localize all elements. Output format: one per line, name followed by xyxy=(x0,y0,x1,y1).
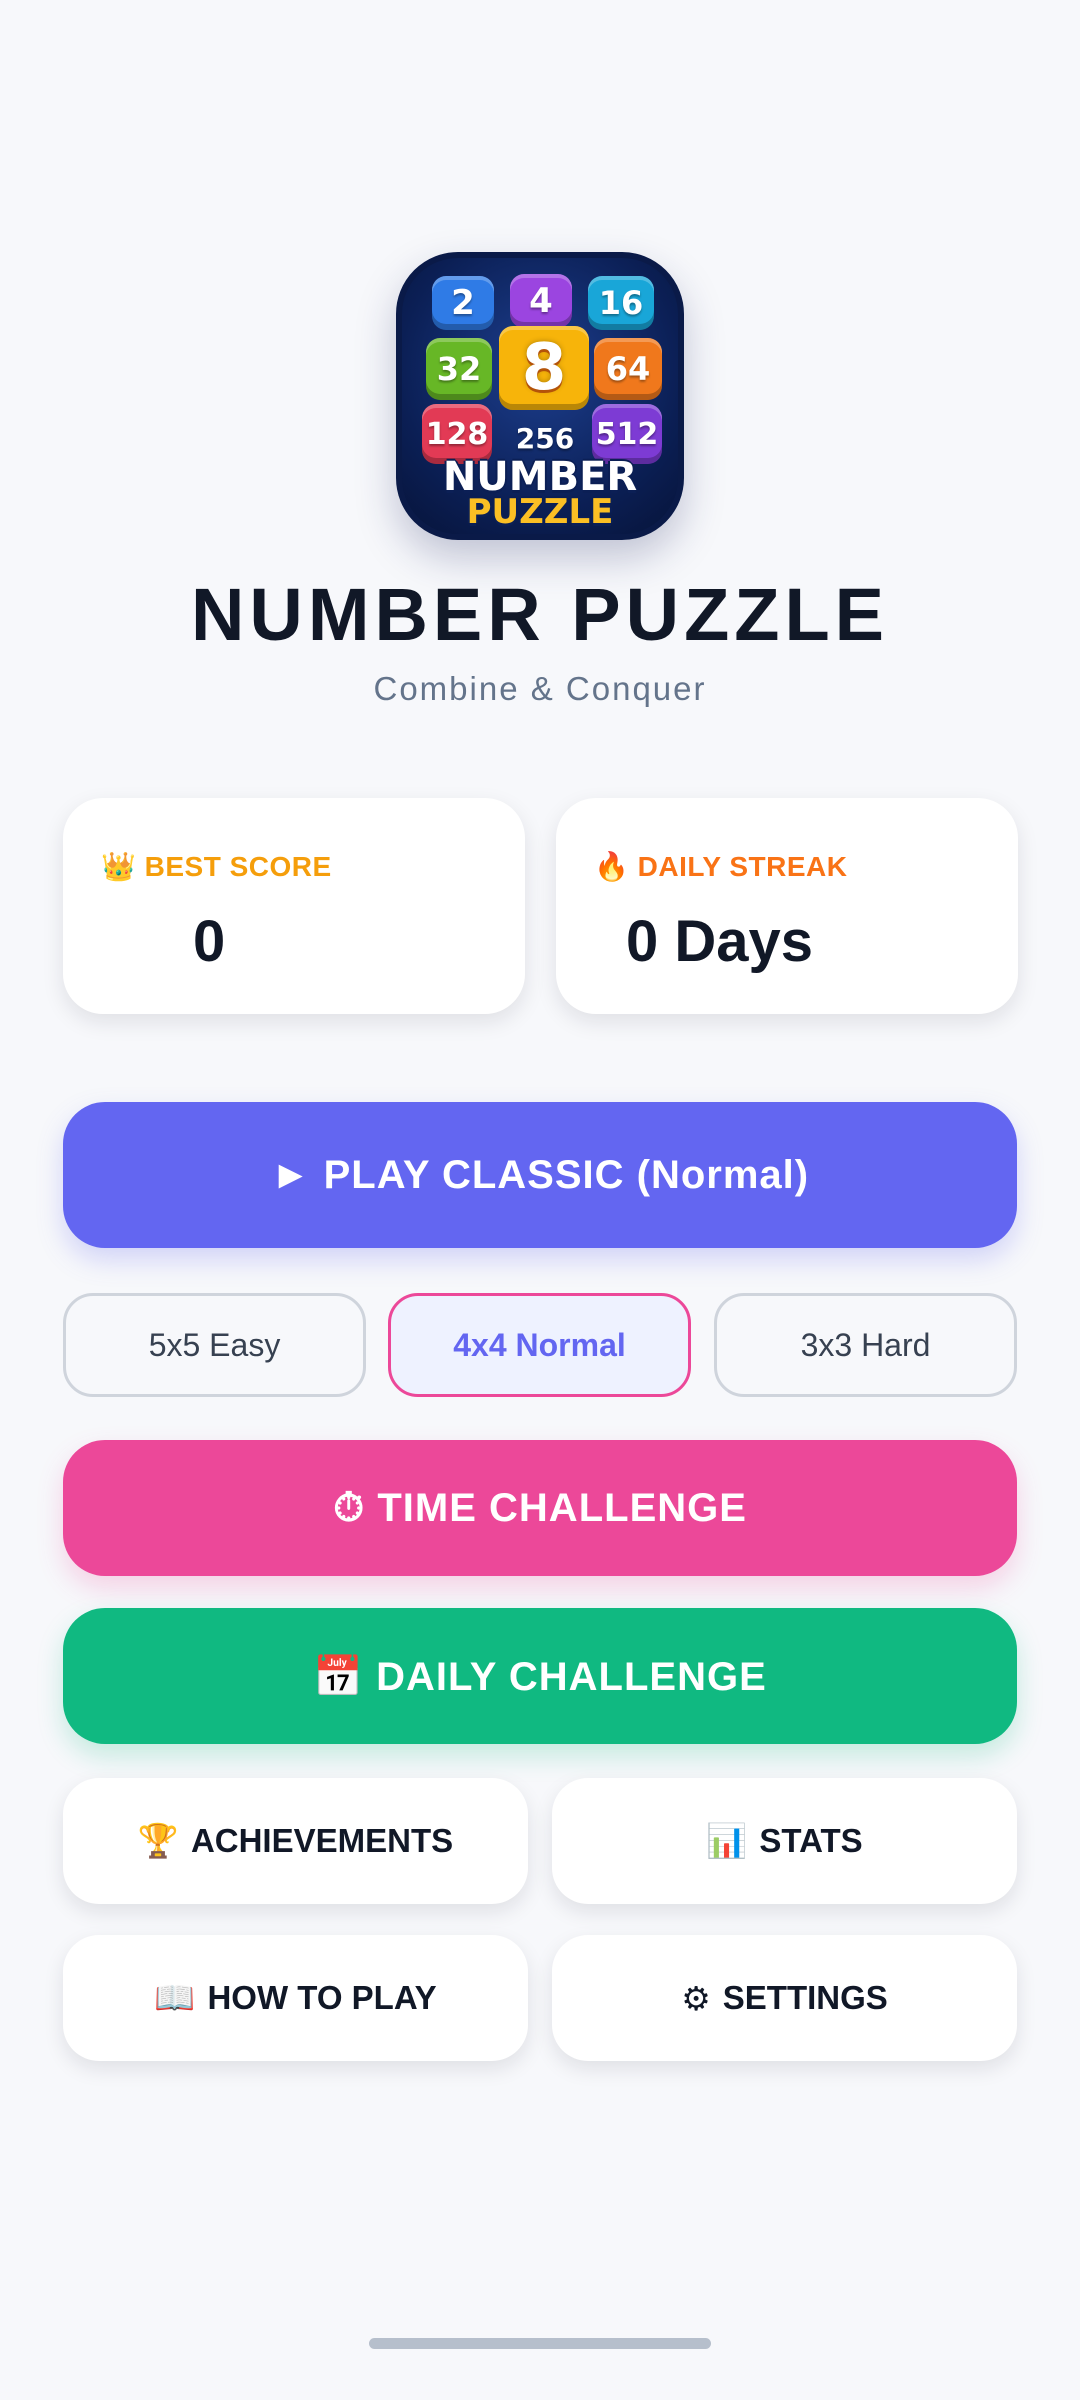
best-score-card: 👑 BEST SCORE 0 xyxy=(63,798,525,1014)
settings-button[interactable]: ⚙ SETTINGS xyxy=(552,1935,1017,2061)
how-to-play-label: HOW TO PLAY xyxy=(207,1979,437,2016)
daily-streak-label-text: DAILY STREAK xyxy=(637,851,848,882)
best-score-label: 👑 BEST SCORE xyxy=(101,850,332,883)
how-to-play-button[interactable]: 📖 HOW TO PLAY xyxy=(63,1935,528,2061)
mode-hard-button[interactable]: 3x3 Hard xyxy=(714,1293,1017,1397)
stats-label: STATS xyxy=(759,1822,863,1859)
app-subtitle: Combine & Conquer xyxy=(373,670,707,707)
book-icon: 📖 xyxy=(154,1978,196,2017)
daily-streak-value: 0 Days xyxy=(626,909,814,974)
daily-streak-label: 🔥 DAILY STREAK xyxy=(594,850,847,883)
play-classic-button[interactable]: ► PLAY CLASSIC (Normal) xyxy=(63,1102,1017,1248)
settings-label: SETTINGS xyxy=(722,1979,888,2016)
logo-tile-64: 64 xyxy=(594,338,662,400)
daily-challenge-button[interactable]: 📅 DAILY CHALLENGE xyxy=(63,1608,1017,1744)
achievements-button[interactable]: 🏆 ACHIEVEMENTS xyxy=(63,1778,528,1904)
achievements-label: ACHIEVEMENTS xyxy=(190,1822,454,1859)
mode-easy-button[interactable]: 5x5 Easy xyxy=(63,1293,366,1397)
app-title: NUMBER PUZZLE xyxy=(190,573,890,656)
logo-tile-32: 32 xyxy=(426,338,492,400)
crown-icon: 👑 xyxy=(101,851,137,882)
app-logo: 2 4 16 32 8 64 128 256 512 NUMBER PUZZLE xyxy=(396,252,684,540)
bar-chart-icon: 📊 xyxy=(706,1821,748,1860)
trophy-icon: 🏆 xyxy=(137,1821,179,1860)
stats-button[interactable]: 📊 STATS xyxy=(552,1778,1017,1904)
best-score-value: 0 xyxy=(193,909,226,974)
daily-streak-card: 🔥 DAILY STREAK 0 Days xyxy=(556,798,1018,1014)
gear-icon: ⚙ xyxy=(681,1978,711,2018)
fire-icon: 🔥 xyxy=(594,851,630,882)
logo-tile-16: 16 xyxy=(588,276,654,330)
logo-tile-4: 4 xyxy=(510,274,572,328)
best-score-label-text: BEST SCORE xyxy=(144,851,332,882)
logo-tile-8: 8 xyxy=(499,326,589,410)
logo-word-puzzle: PUZZLE xyxy=(466,492,614,532)
home-screen: 2 4 16 32 8 64 128 256 512 NUMBER PUZZLE… xyxy=(0,0,1080,2400)
home-indicator[interactable] xyxy=(369,2338,711,2349)
logo-tile-2: 2 xyxy=(432,276,494,330)
mode-normal-button[interactable]: 4x4 Normal xyxy=(388,1293,691,1397)
time-challenge-button[interactable]: ⏱ TIME CHALLENGE xyxy=(63,1440,1017,1576)
